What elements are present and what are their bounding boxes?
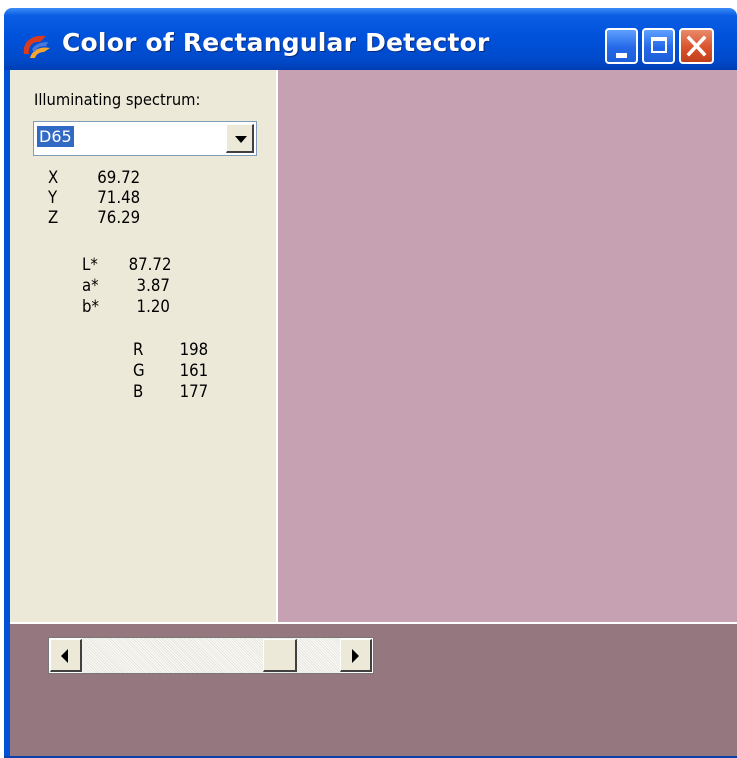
- scrollbar-thumb[interactable]: [263, 639, 297, 672]
- maximize-icon: [651, 37, 667, 53]
- lab-key: b*: [82, 297, 99, 317]
- xyz-value: 76.29: [97, 208, 141, 228]
- lab-key: L*: [82, 255, 98, 275]
- spectrum-selected-value[interactable]: D65: [37, 126, 74, 147]
- xyz-key: Y: [48, 188, 58, 208]
- xyz-value: 69.72: [97, 168, 141, 188]
- rgb-row-r: R 198: [133, 340, 208, 360]
- xyz-key: X: [48, 168, 59, 188]
- minimize-icon: [616, 53, 627, 58]
- lab-row-l: L* 87.72: [82, 255, 171, 275]
- color-swatch: [278, 70, 737, 622]
- rgb-key: B: [133, 382, 144, 402]
- spectrum-dropdown[interactable]: D65: [33, 121, 257, 156]
- lab-row-b: b* 1.20: [82, 297, 170, 317]
- maximize-button[interactable]: [642, 28, 675, 64]
- xyz-value: 71.48: [97, 188, 141, 208]
- app-icon: [23, 35, 50, 58]
- rgb-value: 177: [179, 382, 209, 402]
- scrollbar-track[interactable]: [82, 638, 340, 673]
- rgb-row-g: G 161: [133, 361, 208, 381]
- lab-value: 1.20: [136, 297, 170, 317]
- rgb-key: R: [133, 340, 144, 360]
- minimize-button[interactable]: [605, 28, 638, 64]
- lab-row-a: a* 3.87: [82, 276, 170, 296]
- lab-value: 3.87: [136, 276, 170, 296]
- close-button[interactable]: [679, 28, 714, 64]
- dropdown-button[interactable]: [226, 124, 254, 153]
- lab-key: a*: [82, 276, 99, 296]
- spectrum-label: Illuminating spectrum:: [34, 90, 201, 109]
- chevron-down-icon: [235, 136, 247, 143]
- xyz-row-y: Y 71.48: [48, 188, 140, 208]
- rgb-value: 198: [179, 340, 209, 360]
- xyz-key: Z: [48, 208, 59, 228]
- wavelength-scrollbar[interactable]: [48, 637, 374, 674]
- detector-window: Color of Rectangular Detector Illuminati…: [0, 0, 737, 758]
- rgb-key: G: [133, 361, 145, 381]
- rgb-row-b: B 177: [133, 382, 208, 402]
- window-title: Color of Rectangular Detector: [62, 28, 490, 57]
- xyz-row-x: X 69.72: [48, 168, 140, 188]
- scroll-right-button[interactable]: [340, 639, 372, 672]
- arrow-right-icon: [352, 649, 359, 663]
- lab-value: 87.72: [128, 255, 172, 275]
- rgb-value: 161: [179, 361, 209, 381]
- arrow-left-icon: [61, 649, 68, 663]
- xyz-row-z: Z 76.29: [48, 208, 140, 228]
- close-icon: [686, 35, 707, 57]
- title-bar[interactable]: Color of Rectangular Detector: [4, 8, 737, 70]
- scroll-left-button[interactable]: [50, 639, 82, 672]
